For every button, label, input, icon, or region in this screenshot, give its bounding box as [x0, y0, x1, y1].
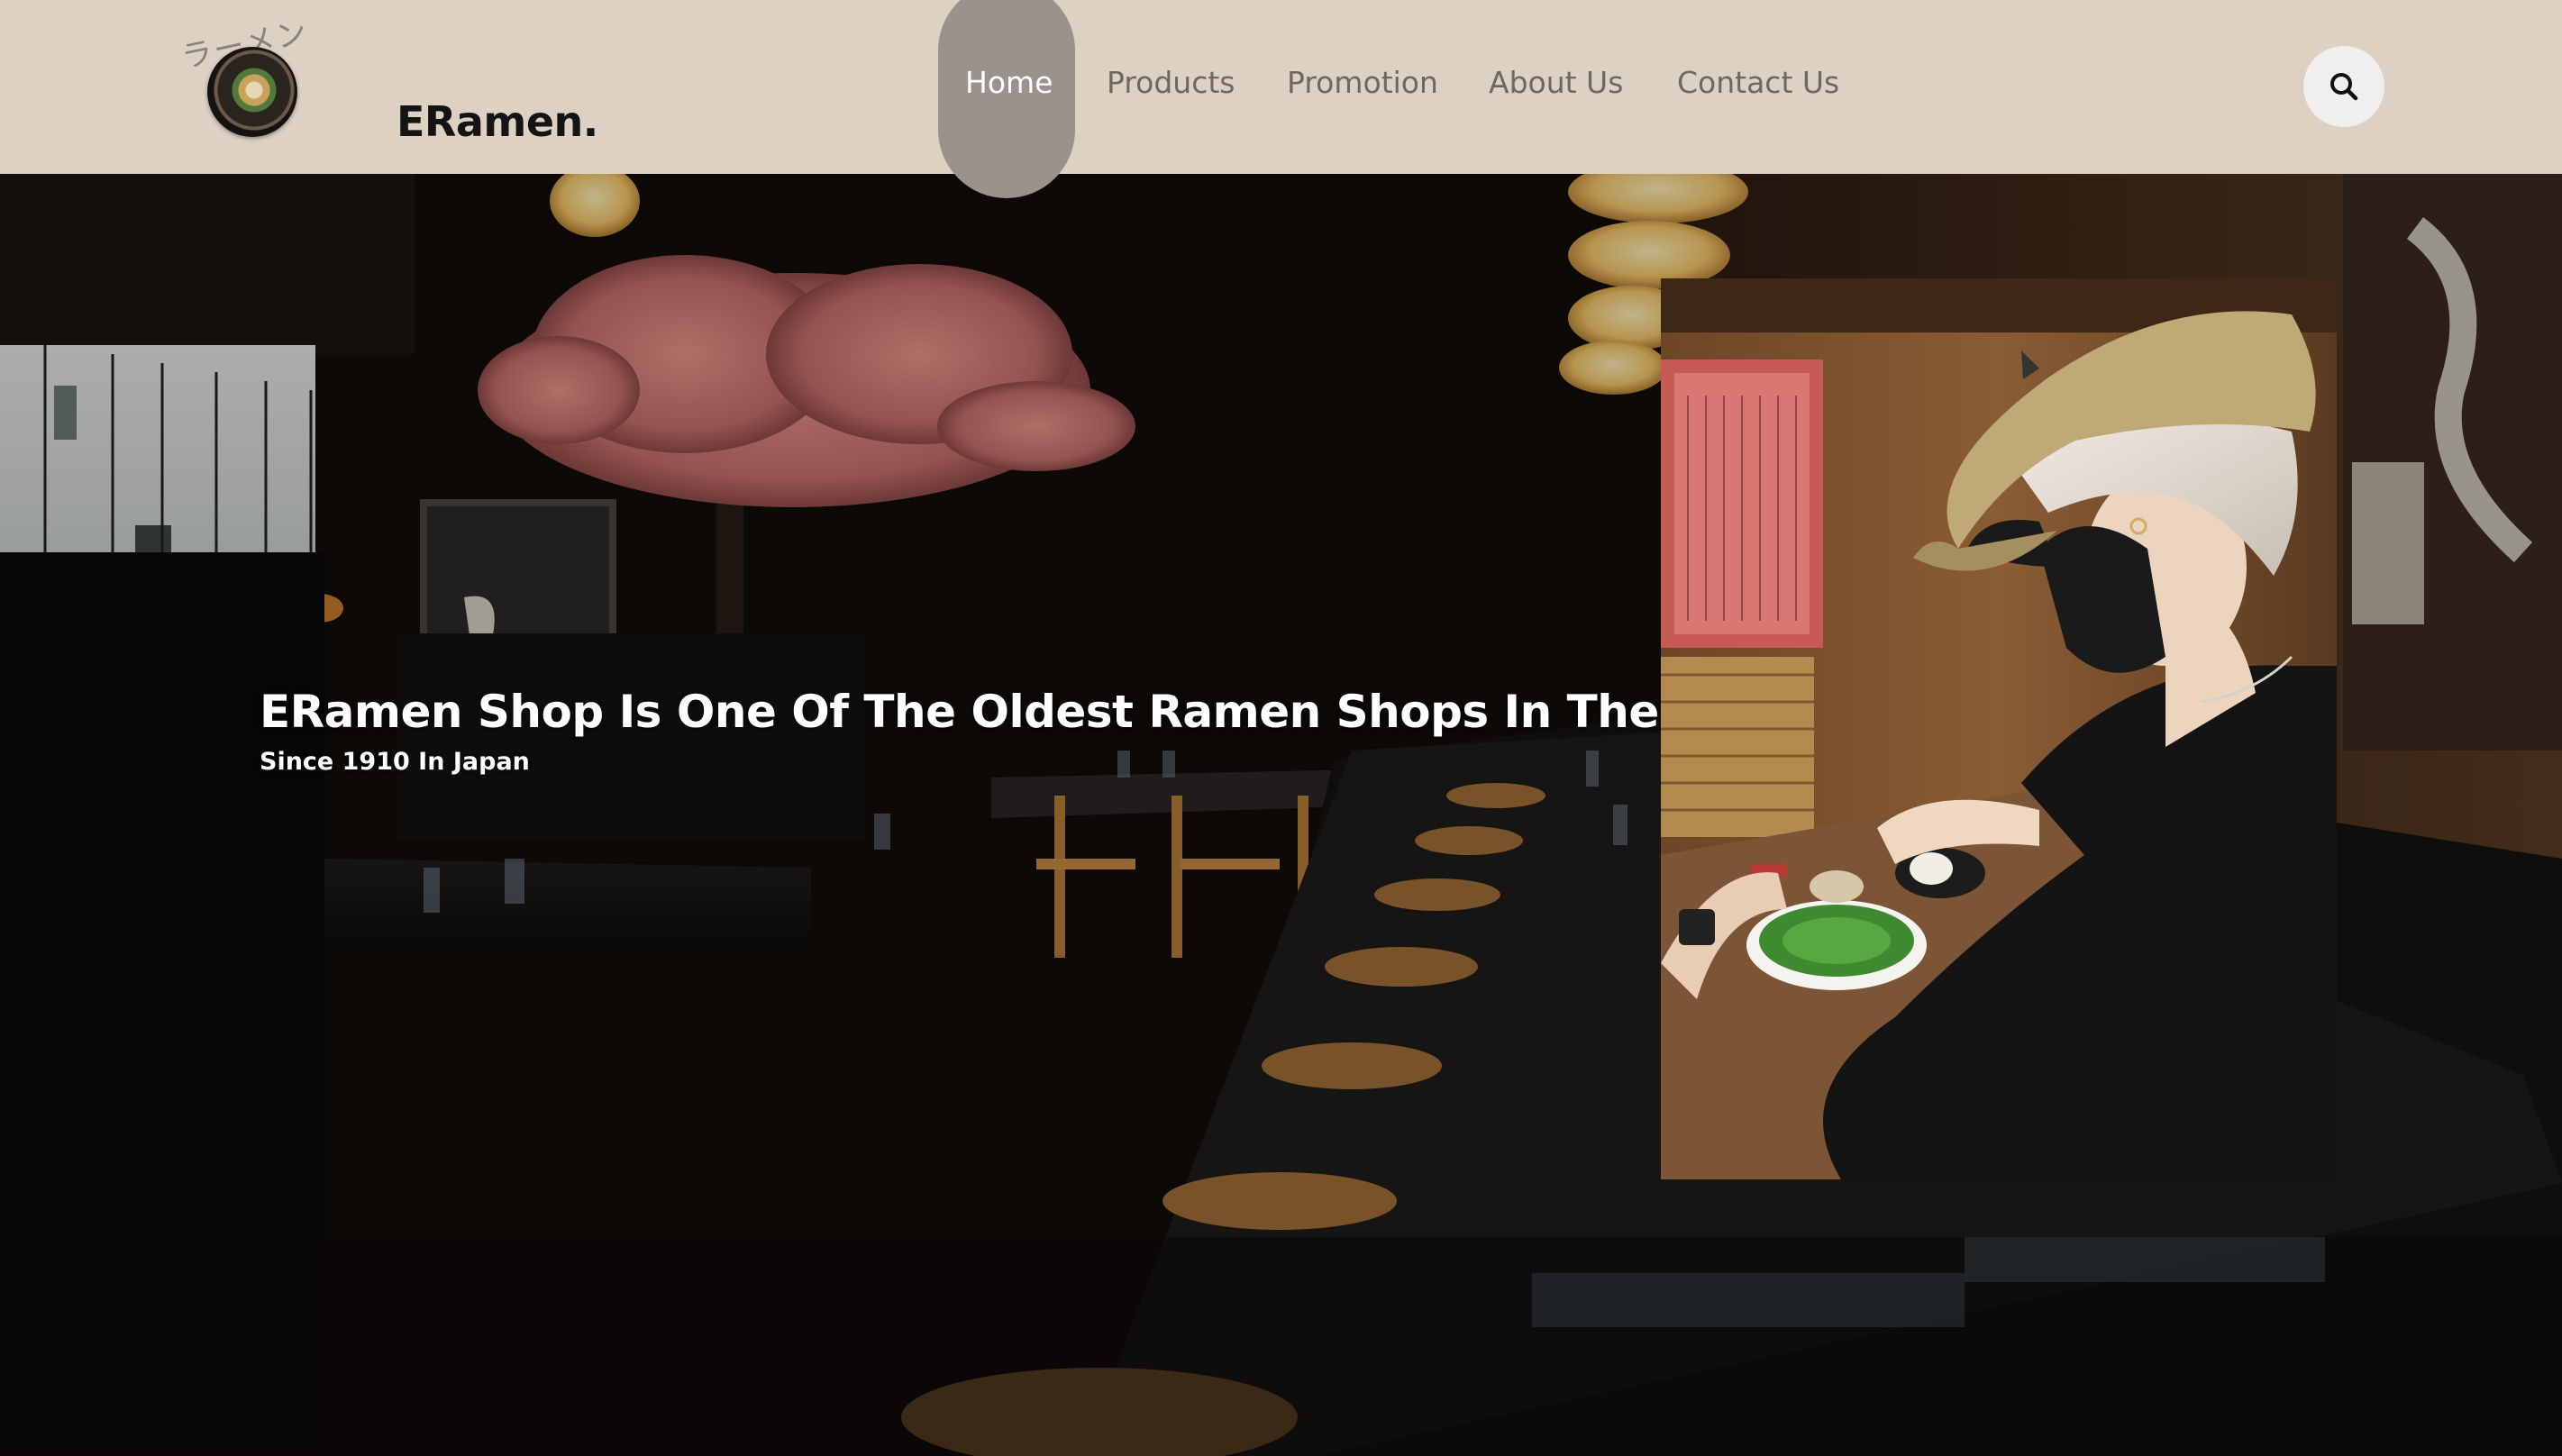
- nav-promotion[interactable]: Promotion: [1287, 65, 1438, 100]
- search-button[interactable]: [2303, 46, 2384, 127]
- nav-about-us[interactable]: About Us: [1489, 65, 1623, 100]
- page: ラーメン ERamen. Home Products Promotion Abo…: [0, 0, 2562, 1456]
- customer-eating-ramen-image: [1661, 278, 2337, 1179]
- search-icon: [2330, 73, 2358, 101]
- hero-section: ERamen Shop Is One Of The Oldest Ramen S…: [0, 174, 2562, 1456]
- hero-title: ERamen Shop Is One Of The Oldest Ramen S…: [260, 686, 1837, 738]
- nav-products[interactable]: Products: [1107, 65, 1235, 100]
- hero-subtitle: Since 1910 In Japan: [260, 748, 530, 776]
- main-nav: Home Products Promotion About Us Contact…: [0, 0, 2562, 198]
- nav-contact-us[interactable]: Contact Us: [1677, 65, 1839, 100]
- site-header: ラーメン ERamen. Home Products Promotion Abo…: [0, 0, 2562, 198]
- nav-home[interactable]: Home: [965, 65, 1053, 100]
